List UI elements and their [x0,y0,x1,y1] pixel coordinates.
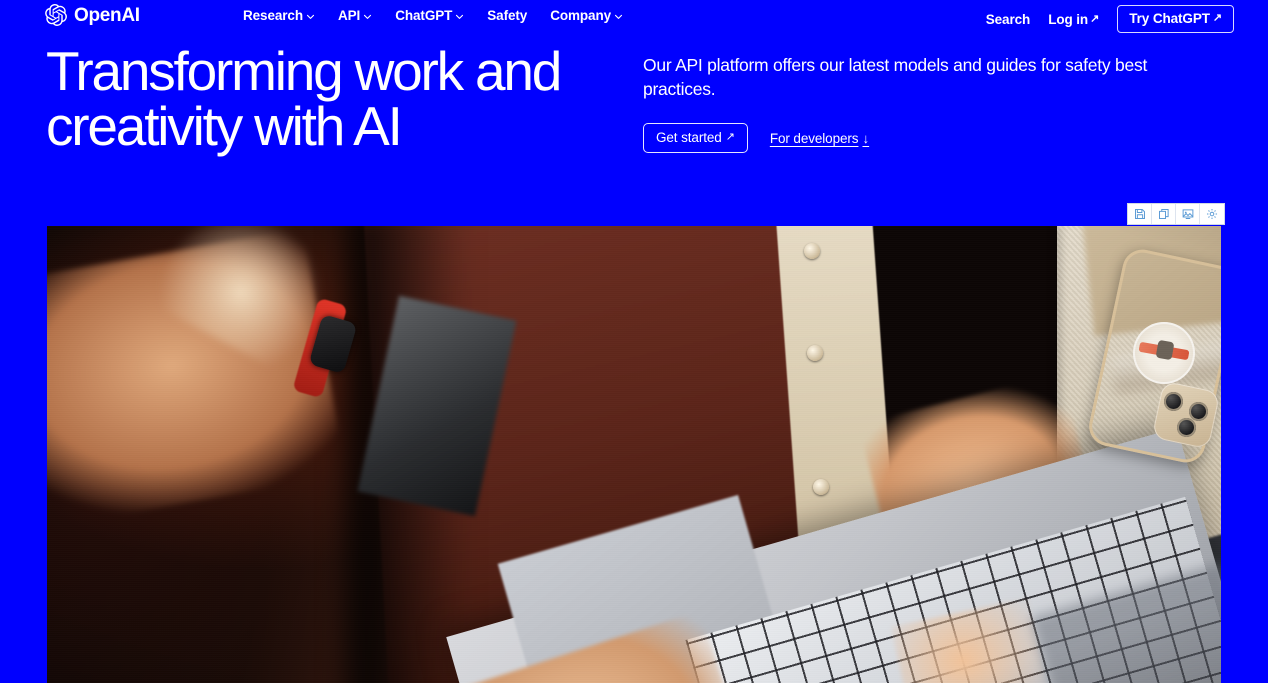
for-developers-link[interactable]: For developers ↓ [770,131,869,146]
chevron-down-icon [455,12,464,21]
hero-subcopy: Our API platform offers our latest model… [643,55,1148,99]
hero-photo [47,226,1221,683]
hero-section: Transforming work and creativity with AI… [0,44,1268,194]
nav-item-safety[interactable]: Safety [487,8,527,23]
nav-item-label: API [338,8,361,23]
nav-item-api[interactable]: API [338,8,372,23]
settings-gear-icon[interactable] [1200,204,1224,224]
arrow-up-right-icon: ↗ [1212,12,1222,24]
search-link[interactable]: Search [985,11,1031,27]
search-label: Search [985,11,1031,27]
nav-item-label: ChatGPT [395,8,453,23]
login-link[interactable]: Log in ↗ [1048,12,1099,27]
nav-item-company[interactable]: Company [550,8,623,23]
get-started-button[interactable]: Get started ↗ [643,123,748,154]
arrow-down-icon: ↓ [862,130,870,146]
for-developers-label: For developers [769,130,859,146]
get-started-label: Get started [656,130,722,146]
nav-item-chatgpt[interactable]: ChatGPT [395,8,464,23]
nav-item-research[interactable]: Research [243,8,315,23]
nav-primary-menu: Research API ChatGPT Safety Company [243,8,623,23]
nav-item-label: Company [550,8,612,23]
page-title: Transforming work and creativity with AI [46,40,562,157]
page-root: OpenAI Research API ChatGPT Safety Compa… [0,0,1268,683]
try-chatgpt-button[interactable]: Try ChatGPT ↗ [1117,5,1234,33]
brand-name: OpenAI [74,4,140,26]
hero-cta-row: Get started ↗ For developers ↓ [643,123,1223,154]
chevron-down-icon [363,12,372,21]
image-toolbar [1127,203,1225,225]
chevron-down-icon [306,12,315,21]
brand-logo-link[interactable]: OpenAI [45,4,140,26]
nav-item-label: Research [243,8,303,23]
openai-logo-icon [45,4,67,26]
try-chatgpt-label: Try ChatGPT [1129,11,1210,26]
login-label: Log in [1048,11,1089,27]
save-icon[interactable] [1128,204,1152,224]
copy-icon[interactable] [1152,204,1176,224]
site-navigation: OpenAI Research API ChatGPT Safety Compa… [0,0,1268,34]
nav-item-label: Safety [487,8,528,23]
photo-vignette [47,226,1221,683]
chevron-down-icon [614,12,623,21]
arrow-up-right-icon: ↗ [1090,12,1100,25]
hero-copy-column: Our API platform offers our latest model… [643,54,1223,154]
image-icon[interactable] [1176,204,1200,224]
nav-utility-menu: Search Log in ↗ Try ChatGPT ↗ [986,5,1234,33]
arrow-up-right-icon: ↗ [725,131,735,144]
